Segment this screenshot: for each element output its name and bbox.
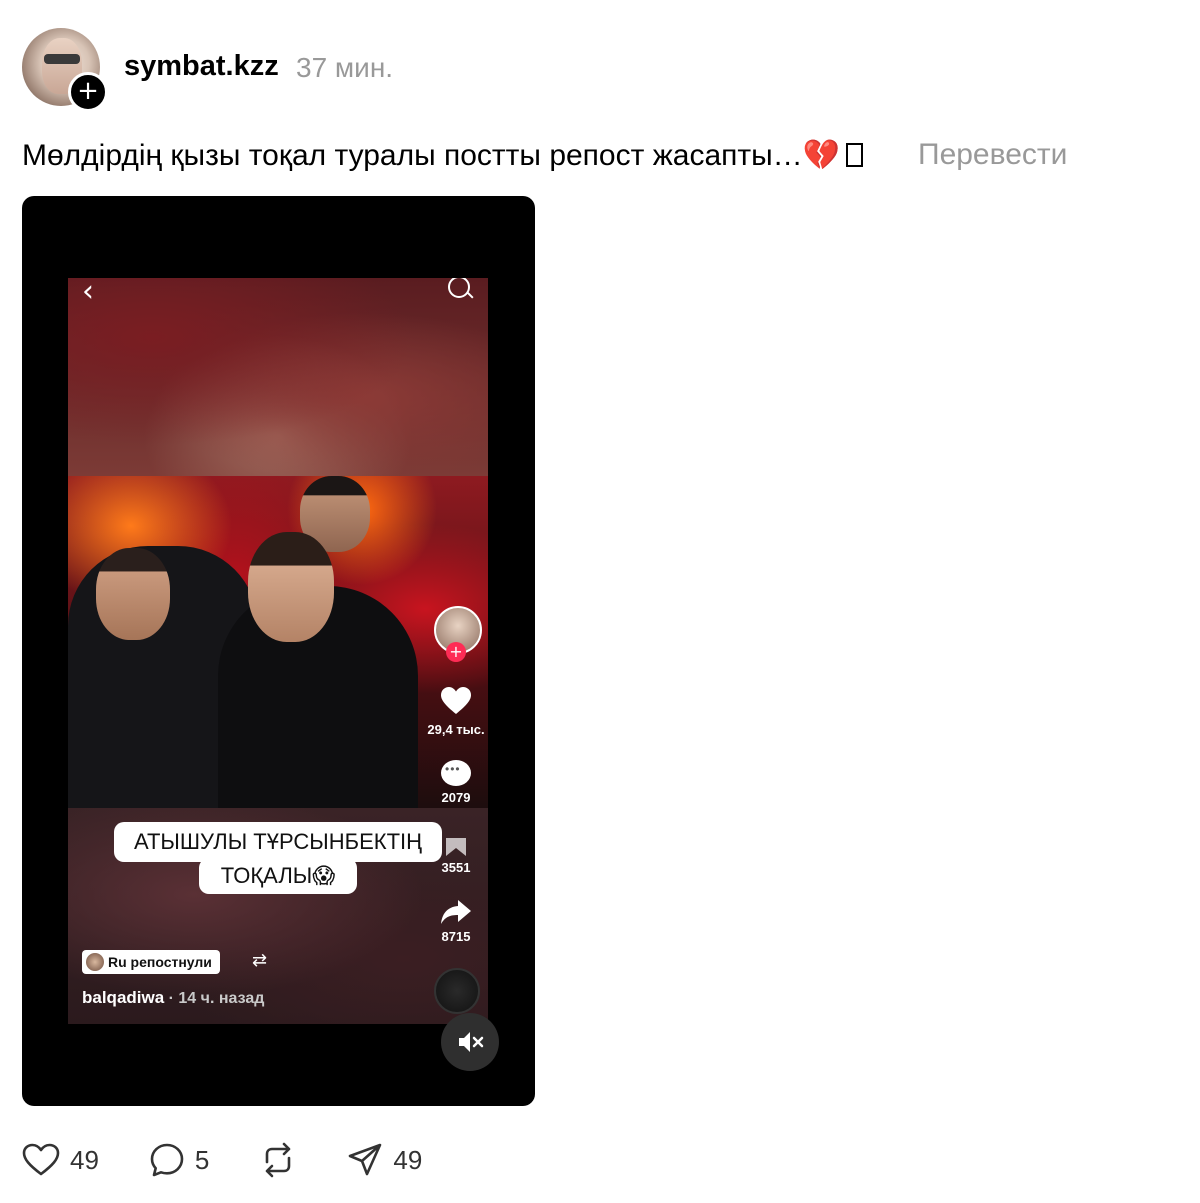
video-blur-top: [68, 278, 488, 476]
video-author-time: · 14 ч. назад: [164, 990, 265, 1007]
avatar-glasses: [44, 54, 80, 64]
person-mid-head: [248, 532, 334, 642]
send-action[interactable]: 49: [347, 1142, 422, 1178]
comment-count: 5: [194, 1144, 210, 1175]
overlay-line-2: ТОҚАЛЫ😱: [198, 858, 358, 894]
post: + symbat.kzz 37 мин. Мөлдірдің қызы тоқа…: [0, 0, 1200, 1203]
person-left-head: [96, 548, 170, 640]
repost-avatar: [86, 953, 104, 971]
video-author-name[interactable]: balqadiwa: [82, 988, 164, 1007]
post-caption: Мөлдірдің қызы тоқал туралы постты репос…: [22, 138, 864, 173]
heart-icon[interactable]: [440, 686, 472, 716]
missing-glyph-box: [846, 143, 864, 167]
send-icon[interactable]: [347, 1142, 383, 1178]
broken-heart-emoji: 💔: [802, 138, 841, 173]
heart-icon[interactable]: [22, 1143, 60, 1177]
comment-icon[interactable]: [149, 1142, 185, 1178]
author-username[interactable]: symbat.kzz: [124, 50, 279, 83]
music-disc-icon[interactable]: [434, 968, 480, 1014]
video-frame: ‹ + 29,4 тыс. 2079 3551 8715 АТ: [68, 278, 488, 1024]
video-overlay-text: АТЫШУЛЫ ТҰРСЫНБЕКТІҢ ТОҚАЛЫ😱: [86, 822, 470, 894]
follow-plus-icon[interactable]: +: [68, 72, 108, 112]
overlay-line-1: АТЫШУЛЫ ТҰРСЫНБЕКТІҢ: [113, 822, 443, 862]
back-icon[interactable]: ‹: [82, 278, 94, 309]
comments-count: 2079: [441, 790, 471, 805]
mute-button[interactable]: [441, 1013, 499, 1071]
comment-action[interactable]: 5: [149, 1142, 209, 1178]
repost-chip[interactable]: Ru репостнули: [82, 950, 220, 974]
translate-link[interactable]: Перевести: [918, 138, 1067, 172]
comment-icon[interactable]: [441, 760, 471, 786]
like-count: 49: [70, 1144, 99, 1175]
video-author[interactable]: balqadiwa · 14 ч. назад: [82, 988, 264, 1008]
like-action[interactable]: 49: [22, 1143, 99, 1177]
likes-count: 29,4 тыс.: [427, 722, 485, 737]
share-icon[interactable]: [440, 898, 472, 926]
post-actions: 49 5 49: [22, 1140, 472, 1180]
repost-icon[interactable]: [259, 1142, 297, 1178]
shares-count: 8715: [441, 929, 471, 944]
video-scene: [68, 476, 488, 808]
video-card[interactable]: ‹ + 29,4 тыс. 2079 3551 8715 АТ: [22, 196, 535, 1106]
caption-text: Мөлдірдің қызы тоқал туралы постты репос…: [22, 139, 803, 172]
follow-plus-icon[interactable]: +: [446, 642, 466, 662]
mute-icon: [459, 1032, 484, 1052]
repost-label: Ru репостнули: [108, 954, 212, 970]
repost-action[interactable]: [259, 1142, 297, 1178]
repost-icon[interactable]: ⇄: [252, 950, 267, 971]
share-count: 49: [393, 1144, 423, 1175]
post-time: 37 мин.: [296, 52, 394, 83]
